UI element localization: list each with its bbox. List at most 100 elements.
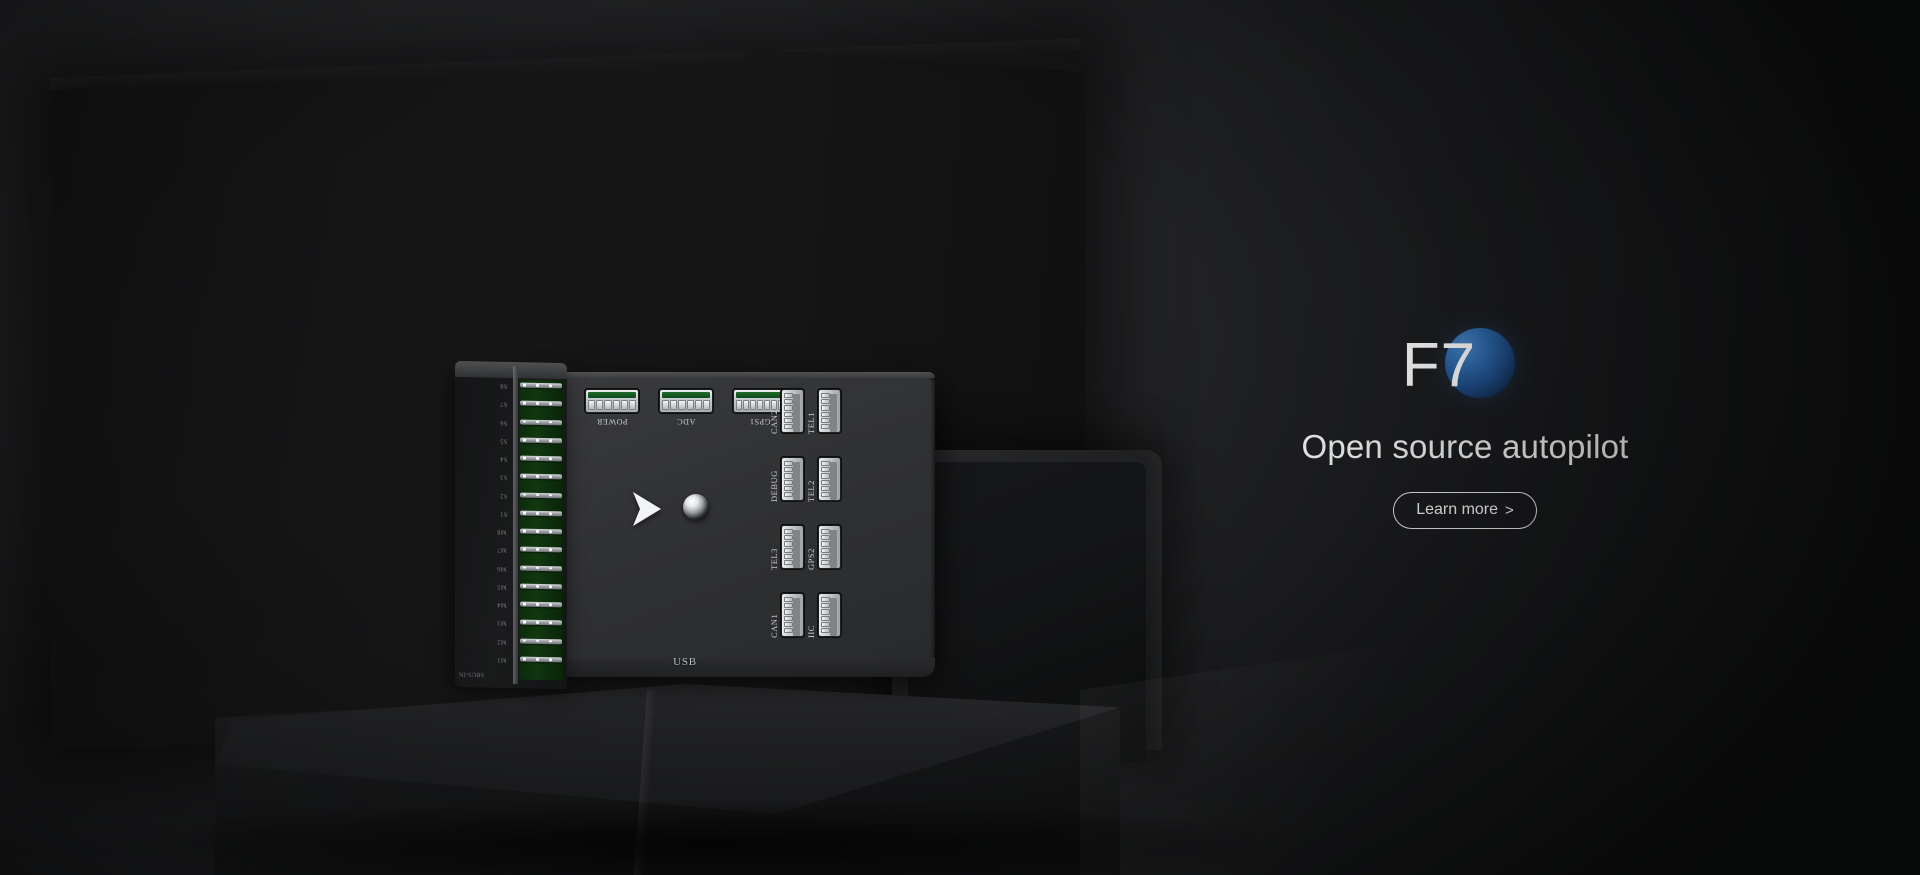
pin-contact (536, 566, 539, 570)
pin-row (520, 400, 562, 407)
pin-contact (536, 457, 539, 460)
pin-label-m7: M7 (497, 546, 507, 554)
pin-contact (549, 548, 552, 552)
connector-slot (830, 462, 837, 500)
pin-label-s2: S2 (499, 491, 507, 499)
board-top-bevel (545, 372, 935, 378)
connector-slot (793, 394, 800, 432)
pin-header-rail-cap (455, 360, 567, 380)
pin-contact (523, 566, 526, 569)
pin-contact (523, 639, 526, 642)
hero-tagline: Open source autopilot (1301, 428, 1629, 465)
pin-contact (536, 493, 539, 497)
orientation-arrow-icon (633, 492, 661, 526)
connector-can2-label: CAN2 (769, 409, 779, 434)
pin-label-m5: M5 (497, 582, 507, 591)
connector-teeth (821, 529, 830, 566)
connector-tel1-label: TEL1 (806, 412, 816, 434)
connector-gps2 (817, 524, 842, 570)
connector-shell (782, 390, 803, 432)
pin-contact (549, 420, 552, 424)
pin-contact (549, 530, 552, 534)
pin-contact (536, 438, 539, 442)
learn-more-label: Learn more (1416, 501, 1499, 518)
pin-contact (536, 603, 539, 606)
pin-row (520, 528, 562, 535)
connector-can1 (780, 592, 805, 638)
pin-row (520, 492, 562, 498)
pin-contact (523, 456, 526, 460)
pin-contact (549, 384, 552, 388)
connector-shell (819, 526, 840, 568)
connector-debug (780, 456, 805, 502)
pin-row (520, 638, 562, 644)
connector-gps2-label: GPS2 (806, 548, 816, 570)
pin-contact (523, 584, 526, 588)
pin-contact (523, 420, 526, 423)
pin-label-m3: M3 (497, 619, 507, 627)
connector-slot (793, 462, 800, 500)
connector-slot (830, 394, 837, 432)
connector-tel3 (780, 524, 805, 570)
connector-shell (819, 390, 840, 432)
connector-tel2-label: TEL2 (806, 480, 816, 502)
connector-teeth (588, 400, 637, 410)
pin-label-s6: S6 (499, 418, 507, 426)
pin-contact (523, 493, 526, 496)
connector-slot (793, 530, 800, 568)
connector-can2 (780, 388, 805, 434)
connector-shell (782, 594, 803, 636)
pin-contact (523, 548, 526, 551)
pin-row (520, 546, 562, 553)
chevron-right-icon: > (1505, 501, 1514, 519)
pin-row (520, 382, 562, 389)
pin-contact (523, 602, 526, 606)
connector-teeth (784, 597, 793, 634)
pin-contact (549, 566, 552, 570)
pin-contact (549, 402, 552, 406)
pin-contact (536, 548, 539, 551)
pin-contact (523, 529, 526, 533)
pin-contact (523, 511, 526, 515)
flight-controller-board: SBUS-IN S8 S7 S6 S5 S4 S3 S2 S1 M8 M7 M6 M5 M4 M3 M2 M1… (455, 360, 935, 690)
connector-teeth (784, 529, 793, 566)
connector-slot (793, 598, 800, 636)
sbus-in-label: SBUS-IN (459, 670, 485, 678)
connector-pcb-strip (662, 392, 710, 398)
pin-label-s8: S8 (499, 382, 507, 390)
connector-teeth (821, 393, 830, 430)
connector-shell (586, 390, 638, 412)
pin-contact (549, 493, 552, 497)
pin-contact (536, 402, 539, 405)
learn-more-button[interactable]: Learn more > (1393, 492, 1537, 529)
pin-row (520, 510, 562, 517)
pin-row (520, 656, 562, 663)
connector-tel2 (817, 456, 842, 502)
connector-tel3-label: TEL3 (769, 548, 779, 570)
pin-row (520, 455, 562, 462)
pin-contact (549, 585, 552, 588)
pin-contact (536, 621, 539, 624)
pin-contact (549, 457, 552, 461)
connector-teeth (662, 400, 711, 410)
pin-label-m8: M8 (497, 528, 507, 536)
connector-shell (819, 594, 840, 636)
connector-slot (830, 598, 837, 636)
pin-label-s4: S4 (499, 455, 507, 463)
connector-iic-label: IIC (806, 625, 816, 638)
connector-teeth (784, 461, 793, 498)
pin-label-m2: M2 (497, 637, 507, 645)
pin-contact (523, 621, 526, 624)
pin-row (520, 583, 562, 590)
pin-contact (549, 603, 552, 607)
usb-port-label: USB (673, 656, 697, 668)
pin-contact (549, 475, 552, 479)
pin-label-s1: S1 (499, 510, 507, 518)
pin-header-divider (513, 365, 518, 685)
pin-row (520, 419, 562, 425)
connector-slot (830, 530, 837, 568)
connector-adc (658, 388, 714, 414)
pin-row (520, 473, 562, 480)
pin-label-m4: M4 (497, 601, 507, 609)
connector-shell (782, 458, 803, 500)
